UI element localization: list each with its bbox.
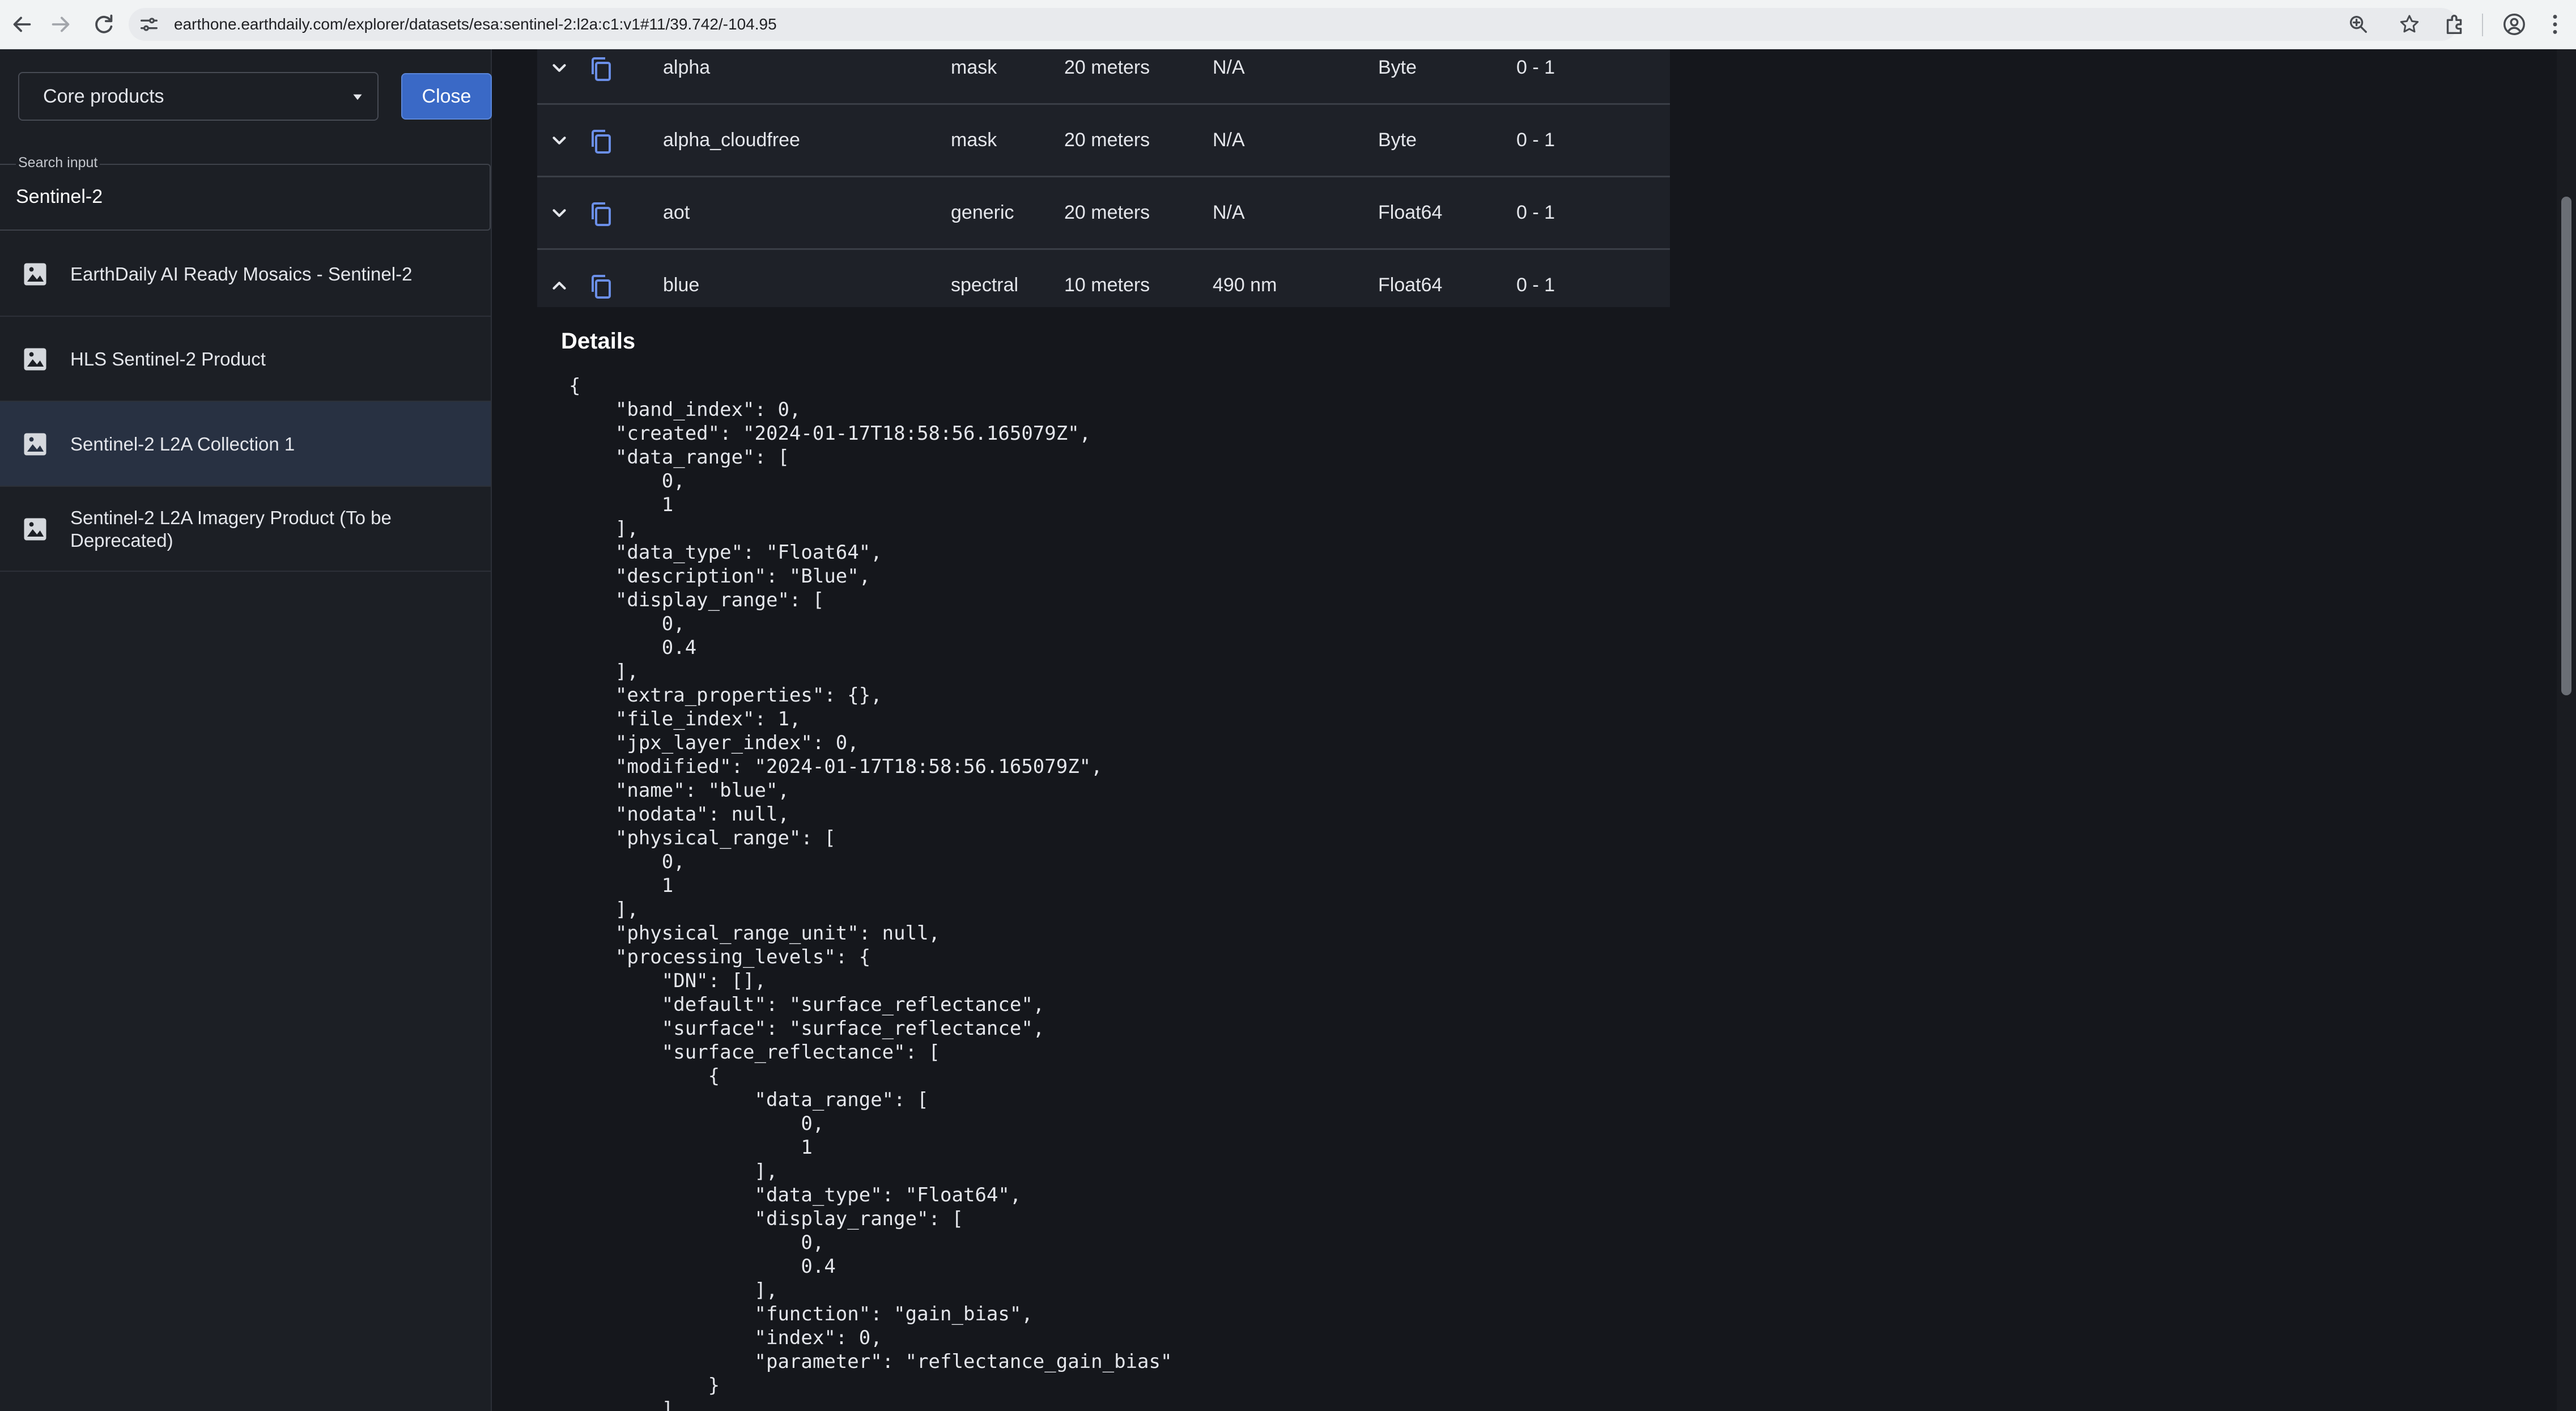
page-scrollbar[interactable]: [2557, 49, 2576, 1411]
back-button[interactable]: [9, 11, 35, 37]
product-select[interactable]: Core products: [18, 72, 379, 121]
result-label: HLS Sentinel-2 Product: [70, 348, 266, 369]
details-json: { "band_index": 0, "created": "2024-01-1…: [569, 375, 1172, 1411]
profile-icon[interactable]: [2501, 11, 2527, 37]
search-input[interactable]: [16, 181, 469, 212]
kebab-menu-icon[interactable]: [2542, 11, 2568, 37]
chevron-down-icon[interactable]: [549, 130, 570, 151]
result-label: Sentinel-2 L2A Collection 1: [70, 434, 295, 454]
tune-icon[interactable]: [138, 13, 160, 36]
result-label: Sentinel-2 L2A Imagery Product (To be De…: [70, 507, 392, 551]
image-icon: [24, 348, 46, 371]
result-item[interactable]: EarthDaily AI Ready Mosaics - Sentinel-2: [0, 232, 491, 317]
forward-button[interactable]: [48, 11, 74, 37]
copy-icon[interactable]: [587, 54, 614, 83]
image-icon: [24, 433, 46, 456]
band-type: generic: [951, 202, 1014, 223]
band-data-type: Byte: [1378, 129, 1417, 151]
result-item-selected[interactable]: Sentinel-2 L2A Collection 1: [0, 402, 491, 487]
chevron-down-icon[interactable]: [549, 57, 570, 79]
arrow-left-icon: [13, 16, 31, 32]
image-icon: [24, 518, 46, 541]
band-range: 0 - 1: [1516, 57, 1555, 78]
address-bar[interactable]: earthone.earthdaily.com/explorer/dataset…: [129, 8, 2458, 41]
product-select-value: Core products: [43, 86, 164, 107]
copy-icon[interactable]: [587, 271, 614, 301]
details-title: Details: [561, 329, 636, 354]
result-item[interactable]: HLS Sentinel-2 Product: [0, 317, 491, 402]
band-wavelength: N/A: [1213, 202, 1245, 223]
band-type: mask: [951, 129, 997, 151]
band-data-type: Float64: [1378, 202, 1443, 223]
browser-toolbar: earthone.earthdaily.com/explorer/dataset…: [0, 0, 2576, 49]
chevron-up-icon[interactable]: [549, 275, 570, 296]
url-text[interactable]: earthone.earthdaily.com/explorer/dataset…: [174, 8, 777, 41]
chevron-down-icon[interactable]: [549, 202, 570, 224]
band-resolution: 20 meters: [1064, 57, 1150, 78]
band-type: mask: [951, 57, 997, 78]
search-field[interactable]: Search input: [0, 155, 491, 231]
zoom-icon[interactable]: [2347, 13, 2370, 36]
image-icon: [24, 263, 46, 286]
close-button[interactable]: Close: [401, 73, 492, 120]
band-range: 0 - 1: [1516, 129, 1555, 151]
band-resolution: 20 meters: [1064, 129, 1150, 151]
band-wavelength: N/A: [1213, 57, 1245, 78]
search-label: Search input: [16, 155, 100, 171]
sidebar: Core products Close Search input EarthDa…: [0, 49, 492, 1411]
arrow-right-icon: [52, 16, 70, 32]
result-item[interactable]: Sentinel-2 L2A Imagery Product (To be De…: [0, 487, 491, 572]
band-details: Details { "band_index": 0, "created": "2…: [537, 307, 1670, 1411]
scrollbar-thumb[interactable]: [2561, 197, 2571, 695]
reload-button[interactable]: [91, 11, 117, 37]
table-row[interactable]: alpha mask 20 meters N/A Byte 0 - 1: [537, 49, 1670, 105]
band-range: 0 - 1: [1516, 202, 1555, 223]
band-name: alpha_cloudfree: [663, 129, 800, 151]
band-name: aot: [663, 202, 690, 223]
band-resolution: 20 meters: [1064, 202, 1150, 223]
caret-down-icon: [353, 94, 362, 100]
bands-panel: alpha mask 20 meters N/A Byte 0 - 1 alph…: [537, 49, 1670, 1411]
result-label: EarthDaily AI Ready Mosaics - Sentinel-2: [70, 264, 413, 284]
copy-icon[interactable]: [587, 199, 614, 228]
puzzle-icon[interactable]: [2442, 11, 2468, 37]
copy-icon[interactable]: [587, 126, 614, 156]
band-wavelength: N/A: [1213, 129, 1245, 151]
band-data-type: Byte: [1378, 57, 1417, 78]
star-icon[interactable]: [2398, 13, 2421, 36]
table-row[interactable]: alpha_cloudfree mask 20 meters N/A Byte …: [537, 105, 1670, 177]
table-row[interactable]: aot generic 20 meters N/A Float64 0 - 1: [537, 177, 1670, 250]
reload-icon: [95, 14, 113, 33]
toolbar-divider: [2482, 14, 2483, 36]
band-name: alpha: [663, 57, 711, 78]
